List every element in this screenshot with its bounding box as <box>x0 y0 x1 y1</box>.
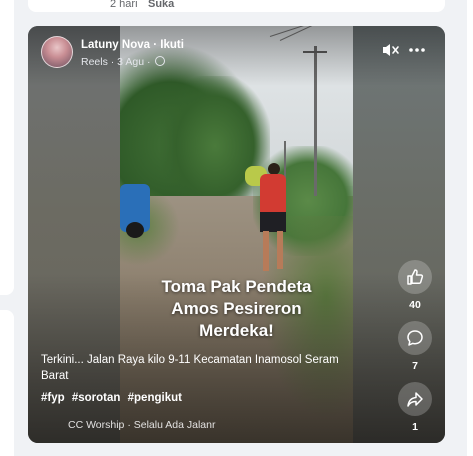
author-line: Latuny Nova · Ikuti <box>81 39 184 51</box>
previous-post-time[interactable]: 2 hari <box>110 0 138 10</box>
right-edge <box>467 0 473 456</box>
reel-card[interactable]: Latuny Nova · Ikuti Reels · 3 Agu · Toma… <box>28 26 445 443</box>
mute-icon[interactable] <box>380 41 400 59</box>
comment-button[interactable] <box>398 321 432 355</box>
like-icon <box>407 269 424 285</box>
more-options-icon[interactable] <box>407 41 427 59</box>
overlay-line: Toma Pak Pendeta <box>161 277 312 296</box>
share-button[interactable] <box>398 382 432 416</box>
comment-count: 7 <box>412 360 418 372</box>
overlay-line: Amos Pesireron <box>171 299 302 318</box>
reel-caption[interactable]: Terkini... Jalan Raya kilo 9-11 Kecamata… <box>41 352 361 384</box>
left-column-card-lower <box>0 310 14 456</box>
hashtag-link[interactable]: #pengikut <box>128 392 182 404</box>
author-avatar[interactable] <box>41 36 73 68</box>
hashtags: #fyp #sorotan #pengikut <box>41 392 186 404</box>
music-attribution[interactable]: CC Worship · Selalu Ada Jalanr <box>68 419 215 431</box>
comment-icon <box>407 330 423 346</box>
like-button[interactable] <box>398 260 432 294</box>
hashtag-link[interactable]: #sorotan <box>72 392 121 404</box>
like-count: 40 <box>409 299 421 311</box>
globe-icon <box>155 56 166 66</box>
author-name[interactable]: Latuny Nova <box>81 39 150 51</box>
previous-post-like-button[interactable]: Suka <box>148 0 174 10</box>
reel-meta-text: Reels · 3 Agu · <box>81 56 151 68</box>
share-count: 1 <box>412 421 418 433</box>
video-overlay-text: Toma Pak Pendeta Amos Pesireron Merdeka! <box>120 276 353 342</box>
share-icon <box>407 392 423 407</box>
previous-post-footer: 2 hari Suka <box>28 0 445 12</box>
follow-button[interactable]: Ikuti <box>160 39 184 51</box>
left-column-card <box>0 0 14 295</box>
overlay-line: Merdeka! <box>199 321 274 340</box>
hashtag-link[interactable]: #fyp <box>41 392 65 404</box>
reel-meta: Reels · 3 Agu · <box>81 56 166 68</box>
